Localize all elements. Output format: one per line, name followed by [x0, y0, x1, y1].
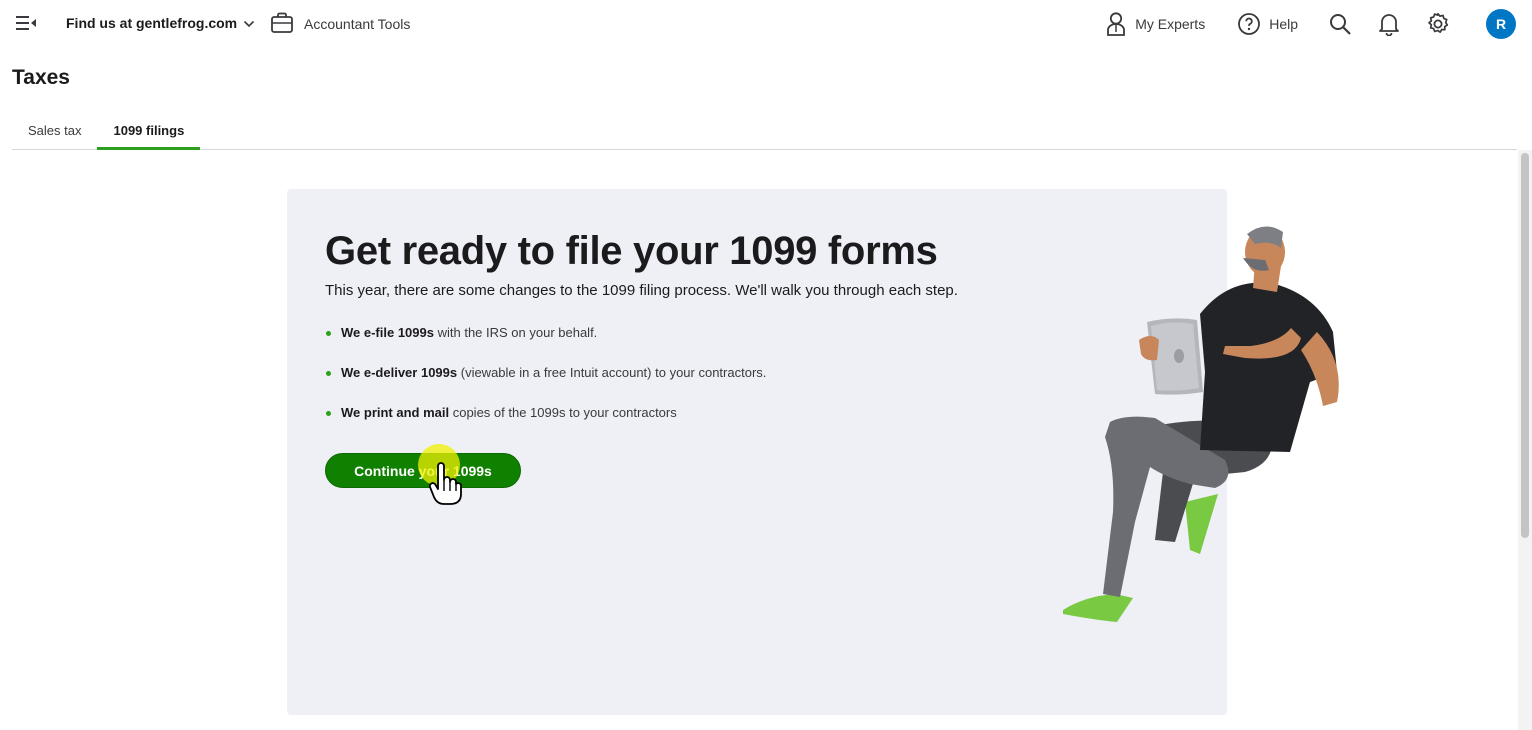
- accountant-tools-button[interactable]: Accountant Tools: [270, 11, 410, 35]
- settings-button[interactable]: [1426, 12, 1450, 36]
- person-icon: [1107, 12, 1126, 36]
- help-circle-icon: [1238, 13, 1261, 35]
- bullet-bold: We e-deliver 1099s: [341, 365, 458, 380]
- my-experts-label: My Experts: [1135, 16, 1206, 32]
- bullet-bold: We print and mail: [341, 405, 450, 420]
- help-button[interactable]: Help: [1237, 12, 1298, 36]
- user-avatar[interactable]: R: [1486, 9, 1516, 39]
- chevron-down-icon: [244, 20, 255, 27]
- gear-icon: [1428, 12, 1449, 33]
- search-button[interactable]: [1328, 12, 1352, 36]
- list-item: We print and mail copies of the 1099s to…: [325, 403, 766, 443]
- my-experts-button[interactable]: My Experts: [1105, 11, 1205, 37]
- person-with-tablet-illustration: [1063, 226, 1339, 622]
- top-bar: Find us at gentlefrog.com Accountant Too…: [0, 0, 1532, 48]
- bell-icon: [1379, 14, 1399, 36]
- feature-list: We e-file 1099s with the IRS on your beh…: [325, 323, 766, 443]
- company-name: Find us at gentlefrog.com: [66, 15, 238, 31]
- bullet-bold: We e-file 1099s: [341, 325, 434, 340]
- tab-sales-tax[interactable]: Sales tax: [12, 112, 97, 150]
- page-title: Taxes: [12, 66, 70, 89]
- tab-1099-filings[interactable]: 1099 filings: [97, 112, 201, 150]
- list-item: We e-file 1099s with the IRS on your beh…: [325, 323, 766, 363]
- page-scrollbar[interactable]: [1518, 150, 1532, 730]
- accountant-tools-label: Accountant Tools: [304, 15, 411, 32]
- briefcase-icon: [271, 12, 293, 33]
- help-label: Help: [1269, 16, 1298, 32]
- scrollbar-thumb[interactable]: [1521, 153, 1529, 538]
- top-right-tools: My Experts Help R: [1105, 8, 1516, 40]
- menu-collapse-icon[interactable]: [14, 13, 38, 33]
- card-subhead: This year, there are some changes to the…: [325, 282, 958, 299]
- bullet-text: copies of the 1099s to your contractors: [449, 405, 677, 420]
- bullet-text: (viewable in a free Intuit account) to y…: [457, 365, 767, 380]
- hand-pointer-icon: [428, 462, 462, 505]
- notifications-button[interactable]: [1378, 12, 1400, 36]
- tabs: Sales tax 1099 filings: [12, 112, 1517, 150]
- bullet-text: with the IRS on your behalf.: [433, 325, 598, 340]
- list-item: We e-deliver 1099s (viewable in a free I…: [325, 363, 766, 403]
- company-switcher[interactable]: Find us at gentlefrog.com: [66, 15, 255, 31]
- search-icon: [1330, 14, 1351, 35]
- card-headline: Get ready to file your 1099 forms: [325, 229, 938, 273]
